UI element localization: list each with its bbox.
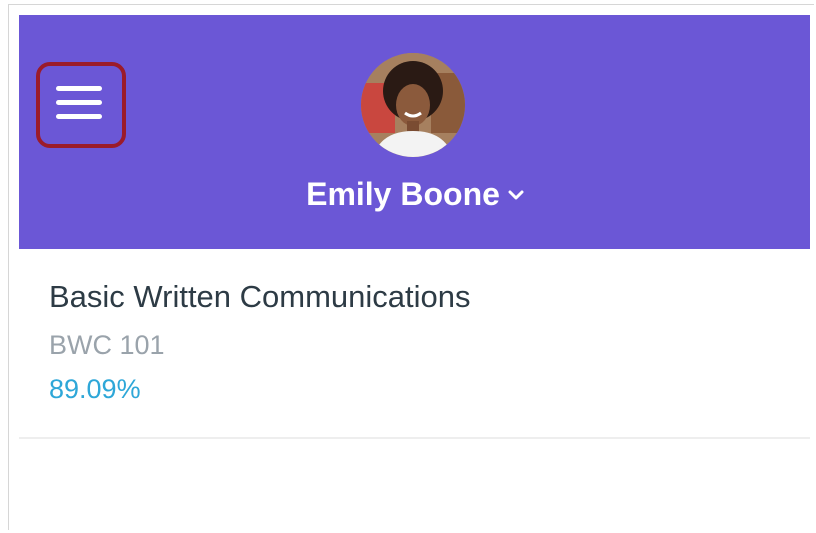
user-photo bbox=[361, 53, 465, 157]
avatar[interactable] bbox=[361, 53, 465, 157]
hamburger-menu-button[interactable] bbox=[56, 84, 102, 122]
course-card[interactable]: Basic Written Communications BWC 101 89.… bbox=[19, 249, 810, 439]
hamburger-menu-icon bbox=[56, 114, 102, 119]
course-grade: 89.09% bbox=[49, 374, 141, 404]
chevron-down-icon bbox=[508, 190, 524, 200]
user-name-dropdown[interactable]: Emily Boone bbox=[0, 172, 816, 216]
course-title: Basic Written Communications bbox=[49, 279, 471, 314]
course-code: BWC 101 bbox=[49, 330, 165, 360]
hamburger-menu-icon bbox=[56, 100, 102, 105]
user-name: Emily Boone bbox=[306, 176, 500, 212]
hamburger-menu-icon bbox=[56, 86, 102, 91]
